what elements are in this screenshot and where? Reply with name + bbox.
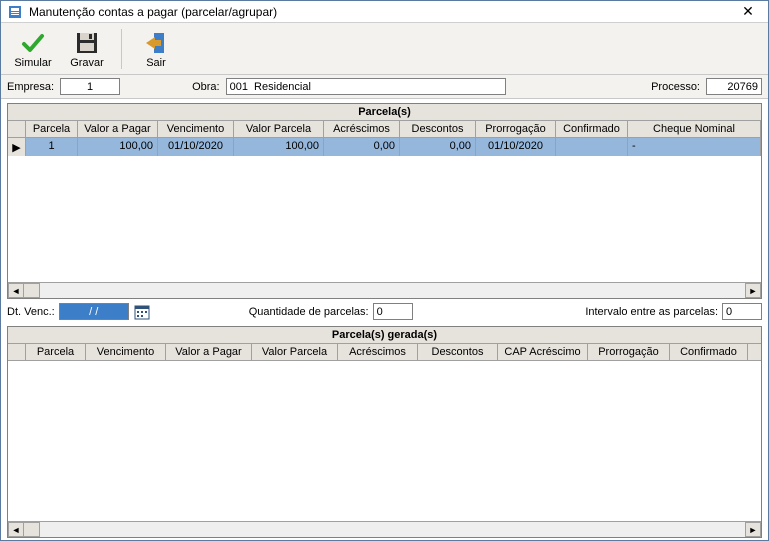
obra-label: Obra: (192, 81, 220, 93)
parcelas-hscrollbar[interactable]: ◄ ► (8, 282, 761, 298)
geradas-grid-header: Parcela Vencimento Valor a Pagar Valor P… (8, 344, 761, 361)
cell-prorrogacao: 01/10/2020 (476, 138, 556, 156)
parcelas-grid-body[interactable]: ▶ 1 100,00 01/10/2020 100,00 0,00 0,00 0… (8, 138, 761, 282)
cell-acrescimos: 0,00 (324, 138, 400, 156)
gcol-valor-pagar[interactable]: Valor a Pagar (166, 344, 252, 360)
cell-descontos: 0,00 (400, 138, 476, 156)
scroll-track[interactable] (40, 283, 745, 298)
gcol-vencimento[interactable]: Vencimento (86, 344, 166, 360)
col-valor-pagar[interactable]: Valor a Pagar (78, 121, 158, 137)
parcelas-grid-title: Parcela(s) (8, 104, 761, 121)
dtvenc-input[interactable]: / / (59, 303, 129, 320)
col-descontos[interactable]: Descontos (400, 121, 476, 137)
filter-row: Empresa: Obra: Processo: (1, 75, 768, 99)
toolbar: Simular Gravar Sair (1, 23, 768, 75)
app-icon (7, 4, 23, 20)
processo-input[interactable] (706, 78, 762, 95)
window-title: Manutenção contas a pagar (parcelar/agru… (29, 5, 728, 19)
col-cheque[interactable]: Cheque Nominal (628, 121, 761, 137)
col-vencimento[interactable]: Vencimento (158, 121, 234, 137)
cell-valor-pagar: 100,00 (78, 138, 158, 156)
params-row: Dt. Venc.: / / Quantidade de parcelas: I… (1, 301, 768, 322)
simular-button[interactable]: Simular (9, 26, 57, 72)
calendar-icon[interactable] (133, 303, 151, 320)
gravar-label: Gravar (70, 57, 104, 69)
col-confirmado[interactable]: Confirmado (556, 121, 628, 137)
gcol-valor-parcela[interactable]: Valor Parcela (252, 344, 338, 360)
scroll-thumb[interactable] (24, 283, 40, 298)
scroll-left-icon[interactable]: ◄ (8, 283, 24, 298)
parcelas-grid: Parcela(s) Parcela Valor a Pagar Vencime… (7, 103, 762, 299)
gcol-descontos[interactable]: Descontos (418, 344, 498, 360)
sair-button[interactable]: Sair (132, 26, 180, 72)
geradas-grid-body[interactable] (8, 361, 761, 521)
qtde-label: Quantidade de parcelas: (249, 306, 369, 318)
col-parcela[interactable]: Parcela (26, 121, 78, 137)
col-valor-parcela[interactable]: Valor Parcela (234, 121, 324, 137)
checkmark-icon (20, 29, 46, 57)
titlebar: Manutenção contas a pagar (parcelar/agru… (1, 1, 768, 23)
cell-parcela: 1 (26, 138, 78, 156)
scroll-right-icon[interactable]: ► (745, 283, 761, 298)
simular-label: Simular (14, 57, 51, 69)
parcelas-grid-header: Parcela Valor a Pagar Vencimento Valor P… (8, 121, 761, 138)
obra-input[interactable] (226, 78, 506, 95)
gravar-button[interactable]: Gravar (63, 26, 111, 72)
col-acrescimos[interactable]: Acréscimos (324, 121, 400, 137)
intervalo-input[interactable] (722, 303, 762, 320)
gcol-prorrogacao[interactable]: Prorrogação (588, 344, 670, 360)
empresa-input[interactable] (60, 78, 120, 95)
cell-confirmado (556, 138, 628, 156)
col-prorrogacao[interactable]: Prorrogação (476, 121, 556, 137)
geradas-hscrollbar[interactable]: ◄ ► (8, 521, 761, 537)
exit-icon (143, 29, 169, 57)
qtde-input[interactable] (373, 303, 413, 320)
sair-label: Sair (146, 57, 166, 69)
empresa-label: Empresa: (7, 81, 54, 93)
gcol-acrescimos[interactable]: Acréscimos (338, 344, 418, 360)
cell-valor-parcela: 100,00 (234, 138, 324, 156)
geradas-grid-title: Parcela(s) gerada(s) (8, 327, 761, 344)
scroll-track[interactable] (40, 522, 745, 537)
scroll-left-icon[interactable]: ◄ (8, 522, 24, 537)
processo-label: Processo: (651, 81, 700, 93)
toolbar-separator (121, 29, 122, 69)
row-indicator-icon: ▶ (8, 138, 26, 156)
cell-cheque: - (628, 138, 761, 156)
scroll-thumb[interactable] (24, 522, 40, 537)
gcol-parcela[interactable]: Parcela (26, 344, 86, 360)
save-icon (74, 29, 100, 57)
table-row[interactable]: ▶ 1 100,00 01/10/2020 100,00 0,00 0,00 0… (8, 138, 761, 156)
gcol-cap-acrescimo[interactable]: CAP Acréscimo (498, 344, 588, 360)
scroll-right-icon[interactable]: ► (745, 522, 761, 537)
dtvenc-label: Dt. Venc.: (7, 306, 55, 318)
intervalo-label: Intervalo entre as parcelas: (585, 306, 718, 318)
cell-vencimento: 01/10/2020 (158, 138, 234, 156)
gcol-confirmado[interactable]: Confirmado (670, 344, 748, 360)
close-button[interactable]: ✕ (734, 3, 762, 21)
geradas-grid: Parcela(s) gerada(s) Parcela Vencimento … (7, 326, 762, 538)
